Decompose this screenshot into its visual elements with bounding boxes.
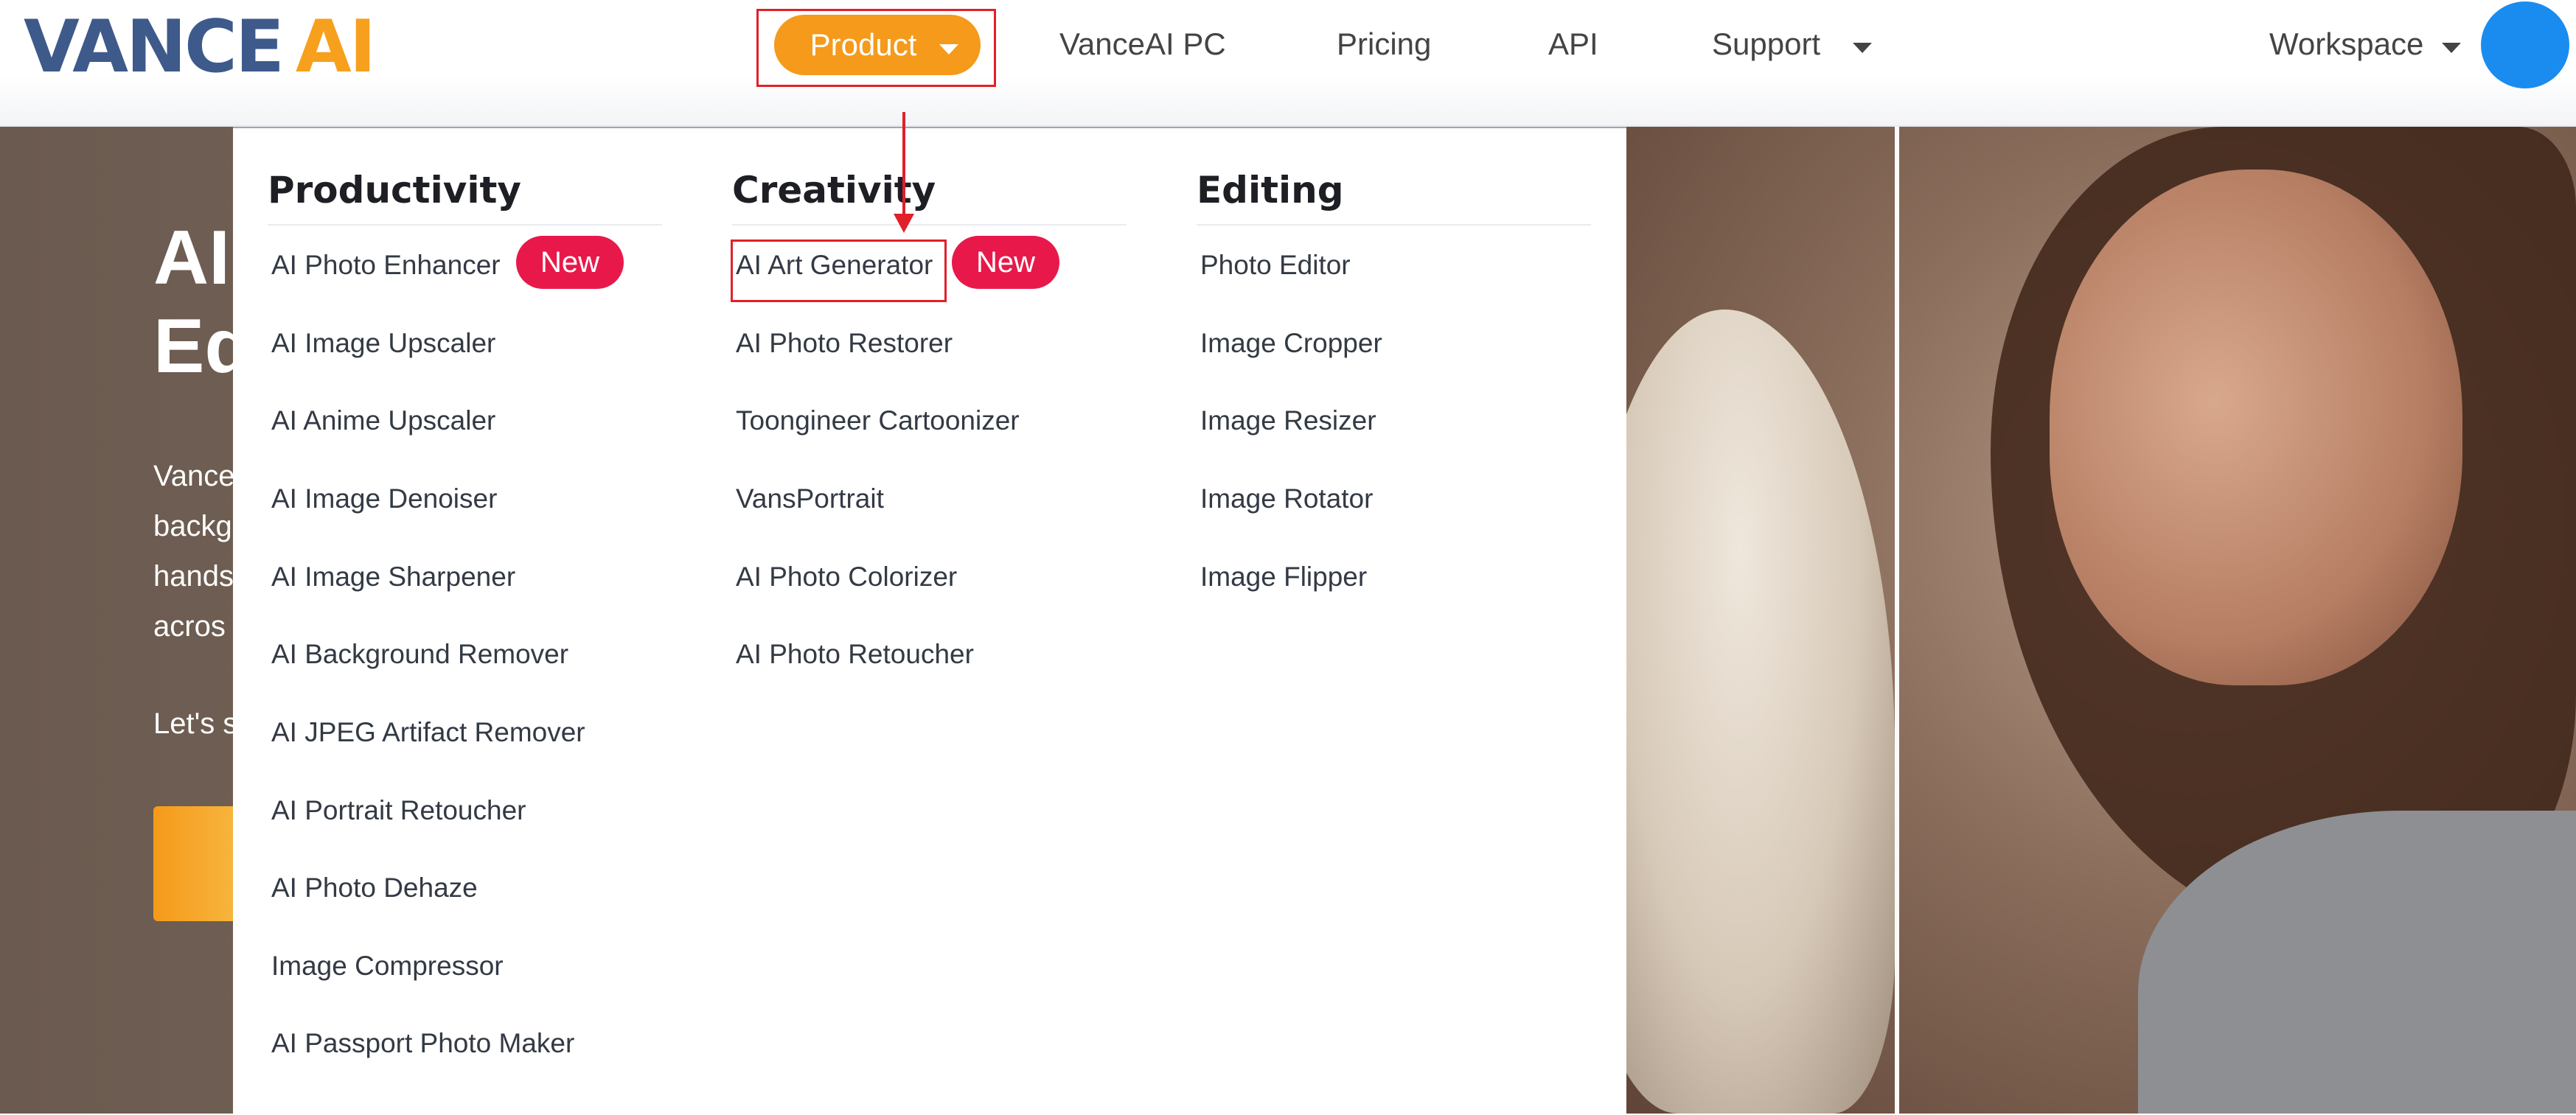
vanceai-logo[interactable]: VANCE AI bbox=[24, 10, 376, 84]
menu-item-ai-anime-upscaler[interactable]: AI Anime Upscaler bbox=[271, 403, 495, 438]
nav-support[interactable]: Support bbox=[1712, 25, 1820, 63]
editing-heading: Editing bbox=[1197, 169, 1344, 212]
nav-api[interactable]: API bbox=[1548, 25, 1598, 63]
top-navbar: VANCE AI Product VanceAI PC Pricing API S… bbox=[0, 0, 2576, 127]
hero-cta-button[interactable] bbox=[153, 806, 242, 921]
creativity-divider bbox=[732, 224, 1127, 226]
before-after-divider[interactable] bbox=[1895, 127, 1899, 1114]
annotation-arrow-head-icon bbox=[894, 214, 914, 233]
menu-item-ai-photo-enhancer[interactable]: AI Photo Enhancer bbox=[271, 248, 501, 283]
user-avatar[interactable] bbox=[2481, 1, 2569, 88]
new-badge: New bbox=[952, 236, 1059, 289]
menu-item-image-resizer[interactable]: Image Resizer bbox=[1200, 403, 1376, 438]
editing-divider bbox=[1197, 224, 1591, 226]
annotation-arrow-line bbox=[902, 112, 905, 217]
nav-workspace[interactable]: Workspace bbox=[2269, 25, 2423, 63]
menu-item-ai-background-remover[interactable]: AI Background Remover bbox=[271, 637, 568, 672]
menu-item-vansportrait[interactable]: VansPortrait bbox=[736, 481, 884, 517]
workspace-chevron-down-icon[interactable] bbox=[2442, 43, 2461, 53]
nav-vanceai-pc[interactable]: VanceAI PC bbox=[1059, 25, 1226, 63]
menu-item-ai-photo-dehaze[interactable]: AI Photo Dehaze bbox=[271, 870, 478, 906]
menu-item-image-compressor[interactable]: Image Compressor bbox=[271, 948, 504, 984]
support-chevron-down-icon[interactable] bbox=[1853, 43, 1872, 53]
menu-item-image-cropper[interactable]: Image Cropper bbox=[1200, 326, 1382, 361]
productivity-heading: Productivity bbox=[268, 169, 521, 212]
art-generator-highlight-box bbox=[731, 240, 947, 302]
nav-pricing[interactable]: Pricing bbox=[1337, 25, 1431, 63]
menu-item-ai-image-upscaler[interactable]: AI Image Upscaler bbox=[271, 326, 495, 361]
menu-item-ai-portrait-retoucher[interactable]: AI Portrait Retoucher bbox=[271, 793, 526, 828]
menu-item-ai-image-denoiser[interactable]: AI Image Denoiser bbox=[271, 481, 497, 517]
menu-item-ai-photo-restorer[interactable]: AI Photo Restorer bbox=[736, 326, 953, 361]
menu-item-ai-jpeg-artifact-remover[interactable]: AI JPEG Artifact Remover bbox=[271, 715, 585, 750]
productivity-divider bbox=[268, 224, 662, 226]
hero-lets-start: Let's s bbox=[153, 707, 238, 740]
menu-item-toongineer-cartoonizer[interactable]: Toongineer Cartoonizer bbox=[736, 403, 1020, 438]
menu-item-photo-editor[interactable]: Photo Editor bbox=[1200, 248, 1351, 283]
product-highlight-box bbox=[756, 9, 996, 87]
hero-woman-face bbox=[2050, 169, 2462, 685]
menu-item-image-flipper[interactable]: Image Flipper bbox=[1200, 559, 1367, 595]
menu-item-ai-image-sharpener[interactable]: AI Image Sharpener bbox=[271, 559, 515, 595]
menu-item-ai-passport-photo-maker[interactable]: AI Passport Photo Maker bbox=[271, 1026, 574, 1061]
hero-description: Vance backg hands acros bbox=[153, 460, 235, 643]
menu-item-ai-photo-retoucher[interactable]: AI Photo Retoucher bbox=[736, 637, 974, 672]
menu-item-ai-photo-colorizer[interactable]: AI Photo Colorizer bbox=[736, 559, 957, 595]
new-badge: New bbox=[516, 236, 624, 289]
menu-item-image-rotator[interactable]: Image Rotator bbox=[1200, 481, 1373, 517]
